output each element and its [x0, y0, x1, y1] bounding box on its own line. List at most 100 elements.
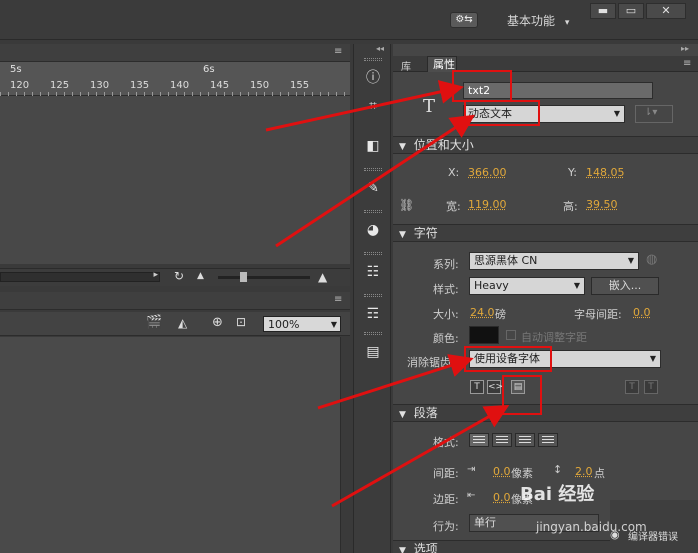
annotation-box-anti-alias: [464, 346, 552, 372]
width-value[interactable]: 119.00: [468, 198, 507, 211]
selectable-icon[interactable]: T: [470, 380, 484, 394]
shape-icon[interactable]: ◭: [178, 316, 187, 330]
clip-icon[interactable]: ⊡: [236, 315, 246, 329]
zoom-select[interactable]: 100% ▼: [263, 316, 341, 332]
format-label: 格式:: [433, 436, 459, 449]
anti-alias-label: 消除锯齿:: [407, 356, 455, 369]
indent-unit: 像素: [511, 467, 533, 480]
chevron-down-icon: ▾: [564, 18, 570, 28]
center-stage-icon[interactable]: ⊕: [212, 315, 223, 330]
stage-toolbar: 🎬 ◭ ⊕ ⊡ 100% ▼: [0, 312, 350, 336]
minimize-button[interactable]: ▬: [590, 3, 616, 19]
section-character[interactable]: ▼ 字符: [393, 224, 698, 242]
zoom-slider-track[interactable]: [218, 276, 310, 279]
margin-value[interactable]: 0.0: [493, 491, 511, 504]
height-value[interactable]: 39.50: [586, 198, 618, 211]
library-icon[interactable]: ◧: [362, 136, 384, 156]
y-value[interactable]: 148.05: [586, 166, 625, 179]
brush-icon[interactable]: ✎: [362, 178, 384, 198]
font-size-label: 大小:: [433, 308, 459, 321]
components-icon[interactable]: ☷: [362, 262, 384, 282]
collapse-icon[interactable]: ▸▸: [681, 44, 689, 53]
font-style-select[interactable]: Heavy ▼: [469, 277, 585, 295]
collapse-icon[interactable]: ◂◂: [376, 44, 384, 53]
sync-settings-button[interactable]: ⚙⇆: [450, 12, 478, 28]
subscript-icon[interactable]: T: [644, 380, 658, 394]
horizontal-scrollbar[interactable]: ▸: [0, 270, 160, 282]
chevron-down-icon: ▼: [330, 320, 337, 329]
behavior-label: 行为:: [433, 520, 459, 533]
grip: [364, 168, 382, 171]
properties-panel: ▸▸ 库 属性 ≡ T txt2 动态文本 ▼ ⇂▾ ▼ 位置和大小 X: 36…: [393, 44, 698, 553]
panel-menu-icon[interactable]: ≡: [683, 58, 691, 69]
margin-label: 边距:: [433, 493, 459, 506]
x-value[interactable]: 366.00: [468, 166, 507, 179]
chevron-right-icon[interactable]: ▸: [153, 270, 158, 280]
indent-icon: ⇥: [467, 464, 476, 475]
zoom-slider-thumb[interactable]: [240, 272, 247, 282]
font-family-select[interactable]: 思源黑体 CN ▼: [469, 252, 639, 270]
seconds-marker: 6s: [203, 64, 215, 75]
clapper-icon[interactable]: 🎬: [146, 315, 162, 330]
justify-button[interactable]: [538, 433, 558, 447]
auto-kern-checkbox[interactable]: [506, 330, 516, 340]
vertical-scrollbar[interactable]: [340, 337, 350, 553]
watermark-logo: Bai 经验: [520, 484, 595, 505]
letter-spacing-value[interactable]: 0.0: [633, 306, 651, 319]
auto-kern-label: 自动调整字距: [521, 331, 587, 344]
color-swatch[interactable]: [469, 326, 499, 344]
seconds-marker: 5s: [10, 64, 22, 75]
align-icon[interactable]: ⌗: [362, 96, 384, 116]
align-left-button[interactable]: [469, 433, 489, 447]
close-button[interactable]: ✕: [646, 3, 686, 19]
chevron-down-icon: ▼: [399, 546, 406, 553]
align-center-button[interactable]: [492, 433, 512, 447]
superscript-icon[interactable]: T: [625, 380, 639, 394]
tab-library[interactable]: 库: [401, 58, 411, 73]
y-label: Y:: [568, 166, 577, 179]
info-icon[interactable]: ⓘ: [362, 68, 384, 88]
html-render-icon[interactable]: <>: [487, 380, 503, 394]
zoom-in-icon[interactable]: ▲: [318, 270, 327, 284]
line-spacing-unit: 点: [594, 467, 605, 480]
grip: [364, 252, 382, 255]
line-spacing-value[interactable]: 2.0: [575, 465, 593, 478]
timeline-scrollbar-row: ▸ ↻ ▲ ▲: [0, 268, 350, 286]
font-size-value[interactable]: 24.0: [470, 306, 495, 319]
ruler-ticks: [0, 92, 350, 96]
section-position[interactable]: ▼ 位置和大小: [393, 136, 698, 154]
annotation-box-instance-name: [452, 70, 512, 102]
zoom-out-icon[interactable]: ▲: [197, 271, 204, 281]
height-label: 高:: [563, 200, 578, 213]
loop-icon[interactable]: ↻: [174, 269, 184, 283]
palette-icon[interactable]: ◕: [362, 220, 384, 240]
workspace-switcher[interactable]: 基本功能 ▾: [507, 12, 569, 29]
distribute-icon[interactable]: ▤: [362, 342, 384, 362]
panel-menu-icon[interactable]: ≡: [334, 46, 342, 57]
embed-button[interactable]: 嵌入...: [591, 277, 659, 295]
panel-menu-icon[interactable]: ≡: [334, 294, 342, 305]
chevron-down-icon: ▼: [573, 281, 580, 290]
width-label: 宽:: [446, 200, 461, 213]
font-size-unit: 磅: [495, 308, 506, 321]
text-orientation-button[interactable]: ⇂▾: [635, 105, 673, 123]
text-tool-icon: T: [423, 96, 436, 117]
align-right-button[interactable]: [515, 433, 535, 447]
indent-value[interactable]: 0.0: [493, 465, 511, 478]
grip: [364, 332, 382, 335]
globe-icon[interactable]: ◍: [646, 252, 657, 267]
timeline-frames-area[interactable]: [0, 97, 350, 264]
section-paragraph[interactable]: ▼ 段落: [393, 404, 698, 422]
watermark-url: jingyan.baidu.com: [536, 520, 647, 534]
stack-icon[interactable]: ☶: [362, 304, 384, 324]
chevron-down-icon: ▼: [649, 354, 656, 363]
left-margin-icon: ⇤: [467, 490, 476, 501]
stage-canvas[interactable]: [0, 337, 340, 553]
frame-ruler[interactable]: 5s 6s 120 125 130 135 140 145 150 155: [0, 62, 350, 96]
section-title: 选项: [413, 542, 438, 553]
chevron-down-icon: ▼: [399, 230, 406, 240]
link-icon[interactable]: ⛓: [399, 198, 414, 212]
maximize-button[interactable]: ▭: [618, 3, 644, 19]
panel-icon-strip: ◂◂ ⓘ ⌗ ◧ ✎ ◕ ☷ ☶ ▤: [353, 44, 391, 553]
section-title: 字符: [413, 226, 438, 240]
